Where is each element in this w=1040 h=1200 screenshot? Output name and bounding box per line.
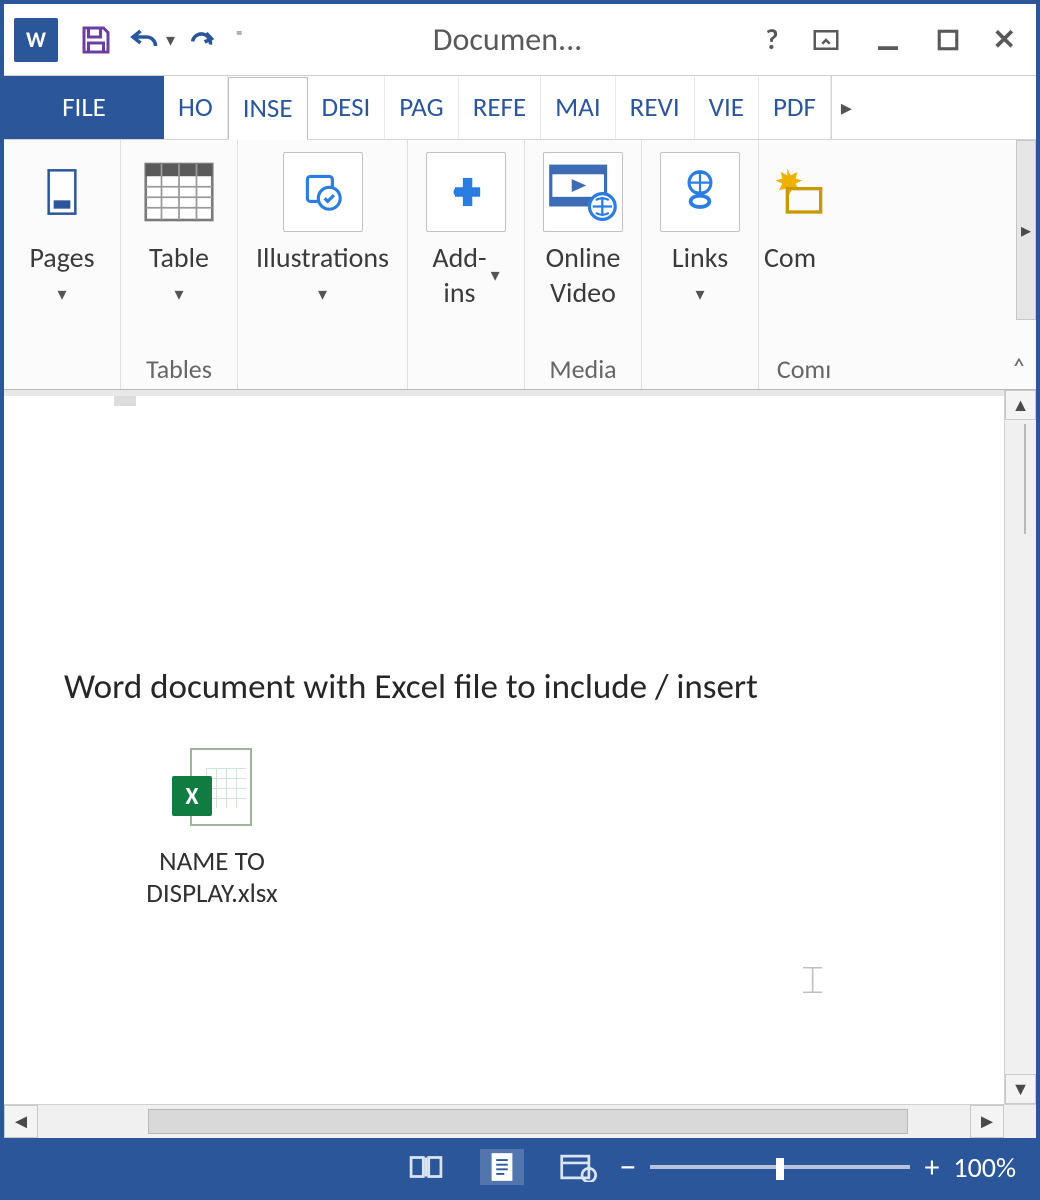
tab-home[interactable]: HO [164,76,228,139]
online-video-icon [543,152,623,232]
document-body-text[interactable]: Word document with Excel file to include… [64,666,758,708]
document-canvas[interactable]: Word document with Excel file to include… [4,390,1004,1104]
new-comment-icon [764,152,844,232]
zoom-slider-thumb[interactable] [776,1158,784,1180]
illustrations-label: Illustrations [256,240,389,275]
embedded-object-label: NAME TO DISPLAY.xlsx [112,846,312,911]
comments-group-label: Comı [777,349,831,387]
window-title: Documen... [257,20,757,59]
maximize-button[interactable] [933,25,963,55]
tab-insert[interactable]: INSE [228,77,308,140]
collapse-ribbon-icon[interactable]: ˄ [1012,351,1026,383]
links-caret-icon[interactable]: ▾ [695,283,704,306]
ribbon-display-options-icon[interactable] [809,25,843,55]
links-icon [660,152,740,232]
pages-label: Pages [29,240,94,275]
undo-dropdown-caret[interactable]: ▾ [166,29,175,51]
zoom-level-label[interactable]: 100% [953,1150,1016,1185]
links-label: Links [672,240,728,275]
zoom-out-button[interactable]: − [620,1147,637,1188]
save-icon[interactable] [76,20,116,60]
close-button[interactable]: ✕ [993,22,1016,57]
horizontal-scroll-thumb[interactable] [148,1109,908,1134]
view-buttons [404,1149,600,1185]
redo-button[interactable] [183,22,221,58]
tab-file[interactable]: FILE [4,76,164,139]
ribbon-tabs: FILE HO INSE DESI PAG REFE MAI REVI VIE … [4,76,1036,140]
status-bar: − + 100% [4,1138,1036,1196]
zoom-control: − + 100% [620,1147,1016,1188]
vertical-scroll-thumb[interactable] [1024,424,1026,534]
undo-button[interactable]: ▾ [124,22,175,58]
online-video-button[interactable]: Online Video [535,146,631,316]
tab-view[interactable]: VIE [695,76,759,139]
table-icon [139,152,219,232]
tab-pdf[interactable]: PDF [759,76,831,139]
qat-customize-icon[interactable]: ⁼ [235,25,243,54]
pages-button[interactable]: Pages ▾ [14,146,110,312]
links-button[interactable]: Links ▾ [652,146,748,312]
tab-overflow-button[interactable]: ▸ [831,76,861,139]
pages-icon [22,152,102,232]
embedded-excel-object[interactable]: X NAME TO DISPLAY.xlsx [112,748,312,911]
minimize-button[interactable] [873,25,903,55]
illustrations-icon [283,152,363,232]
ribbon-scroll-right[interactable]: ▸ [1016,140,1036,320]
ruler-indent-marker[interactable] [114,396,136,406]
tab-page-layout[interactable]: PAG [385,76,458,139]
word-app-icon: W [14,18,58,62]
tables-group-label: Tables [146,349,212,387]
vertical-scrollbar[interactable]: ▲ ▼ [1004,390,1036,1104]
tab-mailings[interactable]: MAI [541,76,616,139]
print-layout-button[interactable] [480,1149,524,1185]
illustrations-button[interactable]: Illustrations ▾ [248,146,397,312]
zoom-in-button[interactable]: + [924,1149,939,1186]
table-button[interactable]: Table ▾ [131,146,227,312]
media-group-label: Media [549,349,616,387]
scroll-right-button[interactable]: ► [970,1105,1004,1138]
comments-label: Com [764,240,816,275]
addins-label: Add- ins [432,240,486,310]
tab-design[interactable]: DESI [308,76,386,139]
comments-button[interactable]: Com [759,146,849,281]
table-label: Table [149,240,209,275]
horizontal-scrollbar[interactable]: ◄ ► [4,1104,1036,1138]
scroll-down-button[interactable]: ▼ [1005,1074,1036,1104]
addins-button[interactable]: Add- ins ▾ [418,146,514,316]
online-video-label: Online Video [546,240,621,310]
title-bar: W ▾ ⁼ Documen... ? ✕ [4,4,1036,76]
zoom-slider[interactable] [650,1165,910,1169]
tab-references[interactable]: REFE [459,76,541,139]
document-area: Word document with Excel file to include… [4,390,1036,1104]
scroll-left-button[interactable]: ◄ [4,1105,38,1138]
pages-caret-icon[interactable]: ▾ [57,283,66,306]
addins-icon [426,152,506,232]
help-icon[interactable]: ? [766,22,779,57]
addins-caret-icon[interactable]: ▾ [491,264,500,287]
web-layout-button[interactable] [556,1149,600,1185]
table-caret-icon[interactable]: ▾ [174,283,183,306]
tab-review[interactable]: REVI [616,76,695,139]
scroll-up-button[interactable]: ▲ [1005,390,1036,420]
horizontal-scroll-track[interactable] [38,1105,970,1138]
excel-file-icon: X [172,748,252,838]
illustrations-caret-icon[interactable]: ▾ [318,283,327,306]
word-window: W ▾ ⁼ Documen... ? ✕ FILE [4,4,1036,1196]
read-mode-button[interactable] [404,1149,448,1185]
ribbon-insert: Pages ▾ Table ▾ Tables [4,140,1036,390]
text-cursor-icon: ⌶ [801,958,824,1004]
